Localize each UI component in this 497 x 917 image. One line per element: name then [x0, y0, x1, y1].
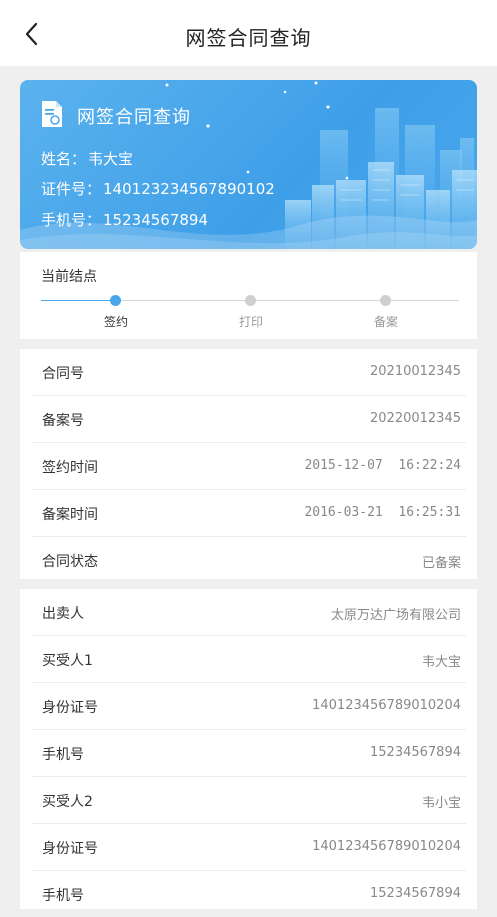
step-label-file: 备案	[373, 315, 398, 329]
row-value: 15234567894	[370, 886, 461, 901]
table-row: 合同号 20210012345	[31, 349, 466, 396]
step-label-sign: 签约	[103, 315, 128, 329]
row-value: 韦大宝	[421, 655, 461, 670]
row-key: 买受人1	[42, 653, 93, 669]
step-dot-sign	[110, 295, 121, 306]
table-row: 出卖人 太原万达广场有限公司	[31, 589, 466, 636]
progress-track-done	[41, 300, 116, 301]
row-key: 身份证号	[42, 700, 98, 716]
row-key: 买受人2	[42, 794, 93, 810]
contract-info-card: 合同号 20210012345 备案号 20220012345 签约时间 201…	[20, 349, 477, 579]
parties-info-card: 出卖人 太原万达广场有限公司 买受人1 韦大宝 身份证号 14012345678…	[20, 589, 477, 909]
holder-name: 姓名： 韦大宝	[41, 150, 134, 168]
row-key: 合同状态	[42, 554, 98, 570]
table-row: 备案时间 2016-03-21 16:25:31	[31, 490, 466, 537]
nav-bar: 网签合同查询	[0, 0, 497, 66]
row-key: 备案时间	[42, 507, 98, 523]
table-row: 合同状态 已备案	[31, 537, 466, 583]
table-row: 身份证号 140123456789010204	[31, 683, 466, 730]
table-row: 手机号 15234567894	[31, 871, 466, 917]
page-title: 网签合同查询	[185, 26, 312, 50]
row-key: 手机号	[42, 888, 84, 904]
table-row: 备案号 20220012345	[31, 396, 466, 443]
row-key: 备案号	[42, 413, 84, 429]
document-icon	[42, 101, 62, 127]
row-value: 140123456789010204	[312, 839, 461, 854]
holder-id: 证件号： 140123234567890102	[41, 180, 275, 198]
row-key: 身份证号	[42, 841, 98, 857]
row-value: 2016-03-21 16:25:31	[304, 505, 461, 520]
banner-title: 网签合同查询	[77, 107, 191, 128]
row-value: 20220012345	[370, 411, 461, 426]
step-label-print: 打印	[238, 315, 263, 329]
row-key: 手机号	[42, 747, 84, 763]
holder-phone: 手机号： 15234567894	[41, 211, 208, 229]
row-value: 已备案	[421, 556, 461, 571]
table-row: 签约时间 2015-12-07 16:22:24	[31, 443, 466, 490]
table-row: 买受人2 韦小宝	[31, 777, 466, 824]
table-row: 手机号 15234567894	[31, 730, 466, 777]
table-row: 身份证号 140123456789010204	[31, 824, 466, 871]
step-dot-file	[380, 295, 391, 306]
row-key: 合同号	[42, 366, 84, 382]
table-row: 买受人1 韦大宝	[31, 636, 466, 683]
progress-title: 当前结点	[41, 269, 97, 285]
row-key: 签约时间	[42, 460, 98, 476]
row-key: 出卖人	[42, 606, 84, 622]
row-value: 15234567894	[370, 745, 461, 760]
contract-banner: 网签合同查询 姓名： 韦大宝 证件号： 140123234567890102 手机号…	[20, 80, 477, 249]
progress-card: 当前结点 签约 打印 备案	[20, 252, 477, 339]
row-value: 太原万达广场有限公司	[330, 608, 461, 623]
row-value: 韦小宝	[421, 796, 461, 811]
row-value: 2015-12-07 16:22:24	[304, 458, 461, 473]
row-value: 140123456789010204	[312, 698, 461, 713]
row-value: 20210012345	[370, 364, 461, 379]
step-dot-print	[245, 295, 256, 306]
